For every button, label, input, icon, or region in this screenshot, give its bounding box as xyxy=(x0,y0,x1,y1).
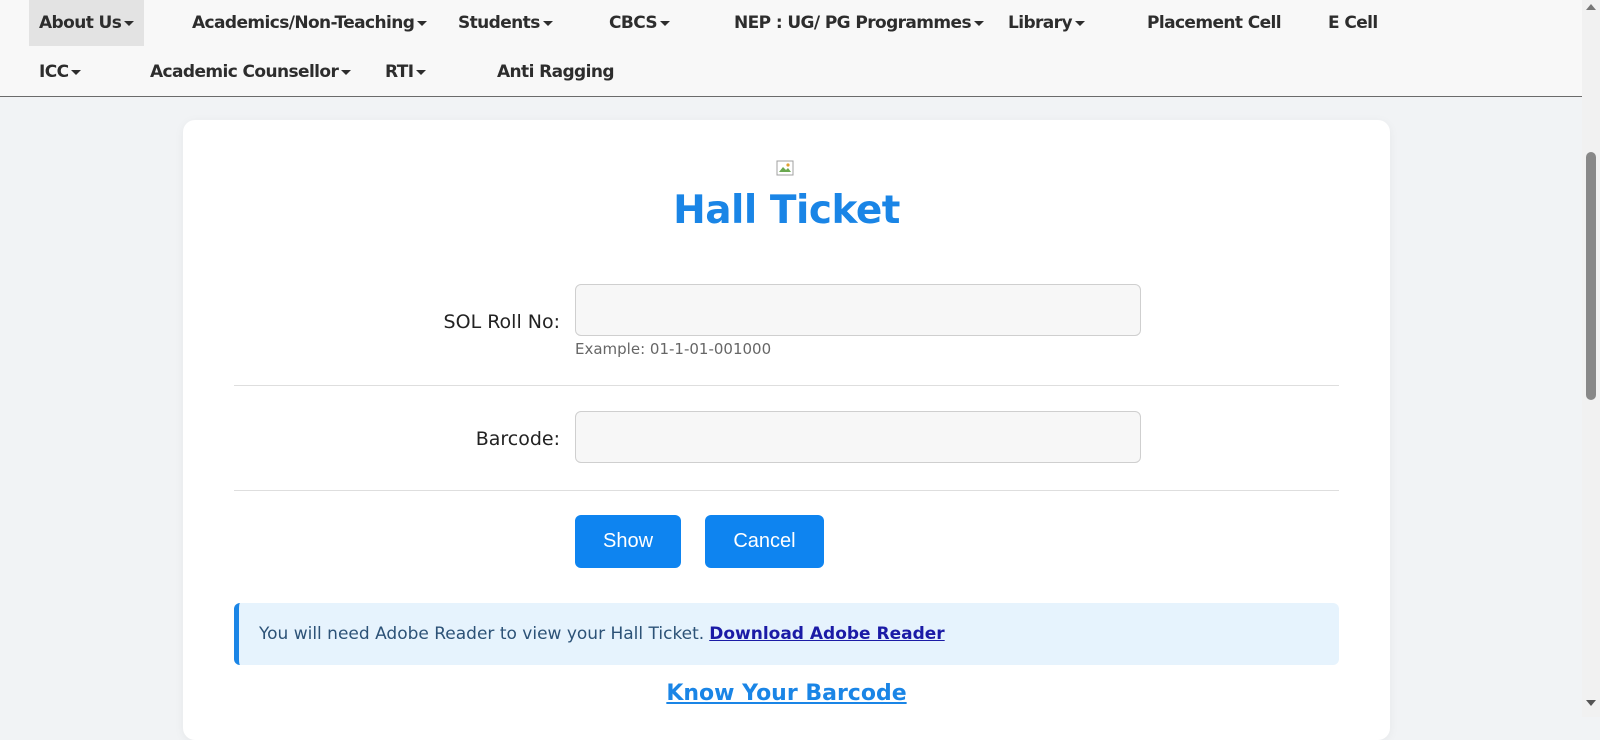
caret-down-icon xyxy=(417,20,428,26)
divider xyxy=(234,385,1339,386)
nav-item-anti-ragging[interactable]: Anti Ragging xyxy=(497,49,615,95)
vertical-scrollbar[interactable] xyxy=(1582,0,1600,717)
nav-item-icc[interactable]: ICC xyxy=(39,49,82,95)
caret-down-icon xyxy=(124,20,135,26)
nav-item-students[interactable]: Students xyxy=(458,0,553,46)
caret-down-icon xyxy=(71,69,82,75)
scroll-thumb[interactable] xyxy=(1586,152,1596,400)
nav-item-academics[interactable]: Academics/Non-Teaching xyxy=(192,0,428,46)
scroll-down-arrow-icon[interactable] xyxy=(1586,700,1596,706)
nav-item-label: ICC xyxy=(39,62,69,82)
nav-item-label: Academic Counsellor xyxy=(150,62,339,82)
page-title: Hall Ticket xyxy=(673,188,900,233)
nav-item-about-us[interactable]: About Us xyxy=(29,0,145,46)
nav-item-label: NEP : UG/ PG Programmes xyxy=(734,13,972,33)
show-button[interactable]: Show xyxy=(575,515,681,568)
nav-item-e-cell[interactable]: E Cell xyxy=(1328,0,1378,46)
caret-down-icon xyxy=(542,20,553,26)
caret-down-icon xyxy=(341,69,352,75)
nav-item-label: Library xyxy=(1008,13,1073,33)
divider xyxy=(234,490,1339,491)
cancel-button[interactable]: Cancel xyxy=(705,515,824,568)
scroll-up-arrow-icon[interactable] xyxy=(1586,4,1596,10)
know-your-barcode-link[interactable]: Know Your Barcode xyxy=(183,681,1390,706)
nav-item-label: RTI xyxy=(385,62,414,82)
nav-item-label: Academics/Non-Teaching xyxy=(192,13,415,33)
nav-item-label: About Us xyxy=(39,13,122,33)
nav-item-label: CBCS xyxy=(609,13,658,33)
roll-number-input[interactable] xyxy=(575,284,1141,336)
roll-number-help: Example: 01-1-01-001000 xyxy=(575,340,772,358)
caret-down-icon xyxy=(416,69,427,75)
nav-item-library[interactable]: Library xyxy=(1008,0,1085,46)
nav-item-academic-counsellor[interactable]: Academic Counsellor xyxy=(150,49,352,95)
nav-item-placement-cell[interactable]: Placement Cell xyxy=(1147,0,1282,46)
roll-number-label: SOL Roll No: xyxy=(443,311,560,333)
nav-item-nep[interactable]: NEP : UG/ PG Programmes xyxy=(734,0,984,46)
nav-item-label: Anti Ragging xyxy=(497,62,615,82)
caret-down-icon xyxy=(973,20,984,26)
nav-item-label: E Cell xyxy=(1328,13,1378,33)
barcode-label: Barcode: xyxy=(475,428,560,450)
broken-image-icon xyxy=(776,160,794,176)
barcode-input[interactable] xyxy=(575,411,1141,463)
adobe-reader-notice: You will need Adobe Reader to view your … xyxy=(234,603,1339,665)
nav-item-cbcs[interactable]: CBCS xyxy=(609,0,671,46)
download-adobe-reader-link[interactable]: Download Adobe Reader xyxy=(709,624,944,644)
nav-item-rti[interactable]: RTI xyxy=(385,49,427,95)
top-navbar: About Us Academics/Non-Teaching Students… xyxy=(0,0,1582,97)
caret-down-icon xyxy=(1074,20,1085,26)
nav-item-label: Placement Cell xyxy=(1147,13,1282,33)
nav-item-label: Students xyxy=(458,13,540,33)
caret-down-icon xyxy=(660,20,671,26)
notice-text: You will need Adobe Reader to view your … xyxy=(259,624,705,644)
